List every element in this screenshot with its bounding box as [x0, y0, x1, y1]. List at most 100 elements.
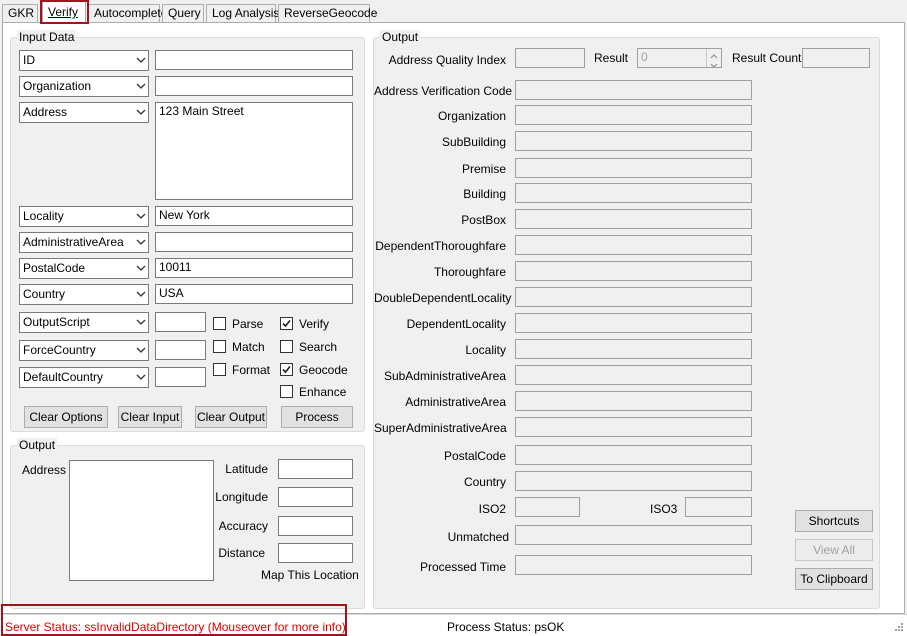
combo-address[interactable]: Address: [19, 102, 149, 123]
clear-output-button[interactable]: Clear Output: [195, 406, 267, 428]
combo-id[interactable]: ID: [19, 50, 149, 71]
input-administrativearea-field[interactable]: [155, 232, 353, 252]
longitude-field[interactable]: [278, 487, 353, 507]
distance-label: Distance: [218, 546, 265, 560]
input-id-field[interactable]: [155, 50, 353, 70]
iso3-label: ISO3: [650, 502, 678, 516]
output-field[interactable]: [515, 391, 752, 411]
clear-options-button[interactable]: Clear Options: [24, 406, 108, 428]
result-label: Result: [593, 51, 628, 65]
process-status-text: Process Status: psOK: [447, 620, 565, 634]
output-label: Country: [463, 475, 506, 489]
combo-country[interactable]: Country: [19, 284, 149, 305]
input-outputscript-field[interactable]: [155, 312, 206, 332]
output-field[interactable]: [515, 105, 752, 125]
process-button[interactable]: Process: [281, 406, 353, 428]
tab-autocomplete[interactable]: Autocomplete: [88, 4, 167, 23]
aqi-field[interactable]: [515, 48, 585, 68]
shortcuts-button[interactable]: Shortcuts: [795, 510, 873, 532]
tab-reversegeocode[interactable]: ReverseGeocode: [278, 4, 377, 23]
output-field[interactable]: [515, 183, 752, 203]
tab-log-analysis[interactable]: Log Analysis: [206, 4, 279, 23]
output-label: PostalCode: [443, 449, 506, 463]
checkbox-format[interactable]: [213, 363, 226, 376]
output-field[interactable]: [515, 365, 752, 385]
output-address-box[interactable]: [69, 460, 214, 581]
output-field[interactable]: [515, 471, 752, 491]
checkbox-geocode-label: Geocode: [299, 363, 348, 377]
combo-forcecountry[interactable]: ForceCountry: [19, 340, 149, 361]
output-field[interactable]: [515, 287, 752, 307]
combo-country-label: Country: [23, 287, 66, 301]
combo-postalcode-label: PostalCode: [23, 261, 86, 275]
output-field[interactable]: [515, 313, 752, 333]
output-field[interactable]: [515, 339, 752, 359]
result-spinner[interactable]: 0: [637, 48, 722, 68]
output-label: PostBox: [461, 213, 506, 227]
checkbox-search[interactable]: [280, 340, 293, 353]
output-field[interactable]: [515, 445, 752, 465]
input-country-field[interactable]: USA: [155, 284, 353, 304]
tab-query[interactable]: Query: [162, 4, 204, 23]
combo-address-label: Address: [23, 105, 68, 119]
result-count-field[interactable]: [802, 48, 870, 68]
output-field[interactable]: [515, 158, 752, 178]
output-label: SuperAdministrativeArea: [374, 421, 507, 435]
geocode-output-title: Output: [17, 438, 58, 452]
output-field[interactable]: [515, 209, 752, 229]
output-field[interactable]: [515, 261, 752, 281]
output-field[interactable]: [515, 417, 752, 437]
combo-postalcode[interactable]: PostalCode: [19, 258, 149, 279]
checkbox-match[interactable]: [213, 340, 226, 353]
combo-defaultcountry[interactable]: DefaultCountry: [19, 367, 149, 388]
input-forcecountry-field[interactable]: [155, 340, 206, 360]
input-locality-field[interactable]: New York: [155, 206, 353, 226]
accuracy-label: Accuracy: [218, 519, 268, 533]
spin-down-icon[interactable]: [706, 58, 721, 68]
chevron-down-icon: [136, 318, 146, 326]
status-bar: Server Status: ssInvalidDataDirectory (M…: [0, 614, 907, 636]
input-organization-field[interactable]: [155, 76, 353, 96]
checkbox-geocode[interactable]: [280, 363, 293, 376]
input-address-field[interactable]: 123 Main Street: [155, 102, 353, 200]
combo-administrativearea[interactable]: AdministrativeArea: [19, 232, 149, 253]
input-defaultcountry-field[interactable]: [155, 367, 206, 387]
geocode-output-group: Output Address Latitude Longitude Accura…: [10, 438, 365, 609]
checkbox-enhance[interactable]: [280, 385, 293, 398]
resize-grip-icon[interactable]: [893, 620, 903, 634]
clear-input-button[interactable]: Clear Input: [118, 406, 182, 428]
combo-defaultcountry-label: DefaultCountry: [23, 370, 104, 384]
unmatched-field[interactable]: [515, 525, 752, 545]
view-all-button[interactable]: View All: [795, 539, 873, 561]
processed-time-field[interactable]: [515, 555, 752, 575]
output-field[interactable]: [515, 80, 752, 100]
input-data-group: Input Data ID Organization Address 123 M…: [10, 30, 365, 432]
output-field[interactable]: [515, 131, 752, 151]
tab-verify[interactable]: Verify: [42, 1, 86, 24]
distance-field[interactable]: [278, 543, 353, 563]
tab-gkr[interactable]: GKR: [2, 4, 38, 23]
spin-up-icon[interactable]: [706, 49, 721, 59]
combo-organization[interactable]: Organization: [19, 76, 149, 97]
output-label: Organization: [437, 109, 506, 123]
iso3-field[interactable]: [685, 497, 752, 517]
output-label: AdministrativeArea: [405, 395, 506, 409]
checkbox-format-label: Format: [232, 363, 271, 377]
combo-outputscript[interactable]: OutputScript: [19, 312, 149, 333]
result-value: 0: [641, 50, 648, 64]
to-clipboard-button[interactable]: To Clipboard: [795, 568, 873, 590]
input-postalcode-field[interactable]: 10011: [155, 258, 353, 278]
checkbox-parse[interactable]: [213, 317, 226, 330]
output-label: Address Verification Code: [374, 84, 513, 98]
combo-locality-label: Locality: [23, 209, 64, 223]
combo-locality[interactable]: Locality: [19, 206, 149, 227]
latitude-field[interactable]: [278, 459, 353, 479]
output-field[interactable]: [515, 235, 752, 255]
accuracy-field[interactable]: [278, 516, 353, 536]
aqi-label: Address Quality Index: [388, 53, 506, 67]
map-this-location-link[interactable]: Map This Location: [261, 568, 359, 582]
iso2-field[interactable]: [515, 497, 580, 517]
server-status-text[interactable]: Server Status: ssInvalidDataDirectory (M…: [5, 620, 346, 634]
checkbox-verify[interactable]: [280, 317, 293, 330]
chevron-down-icon: [136, 238, 146, 246]
